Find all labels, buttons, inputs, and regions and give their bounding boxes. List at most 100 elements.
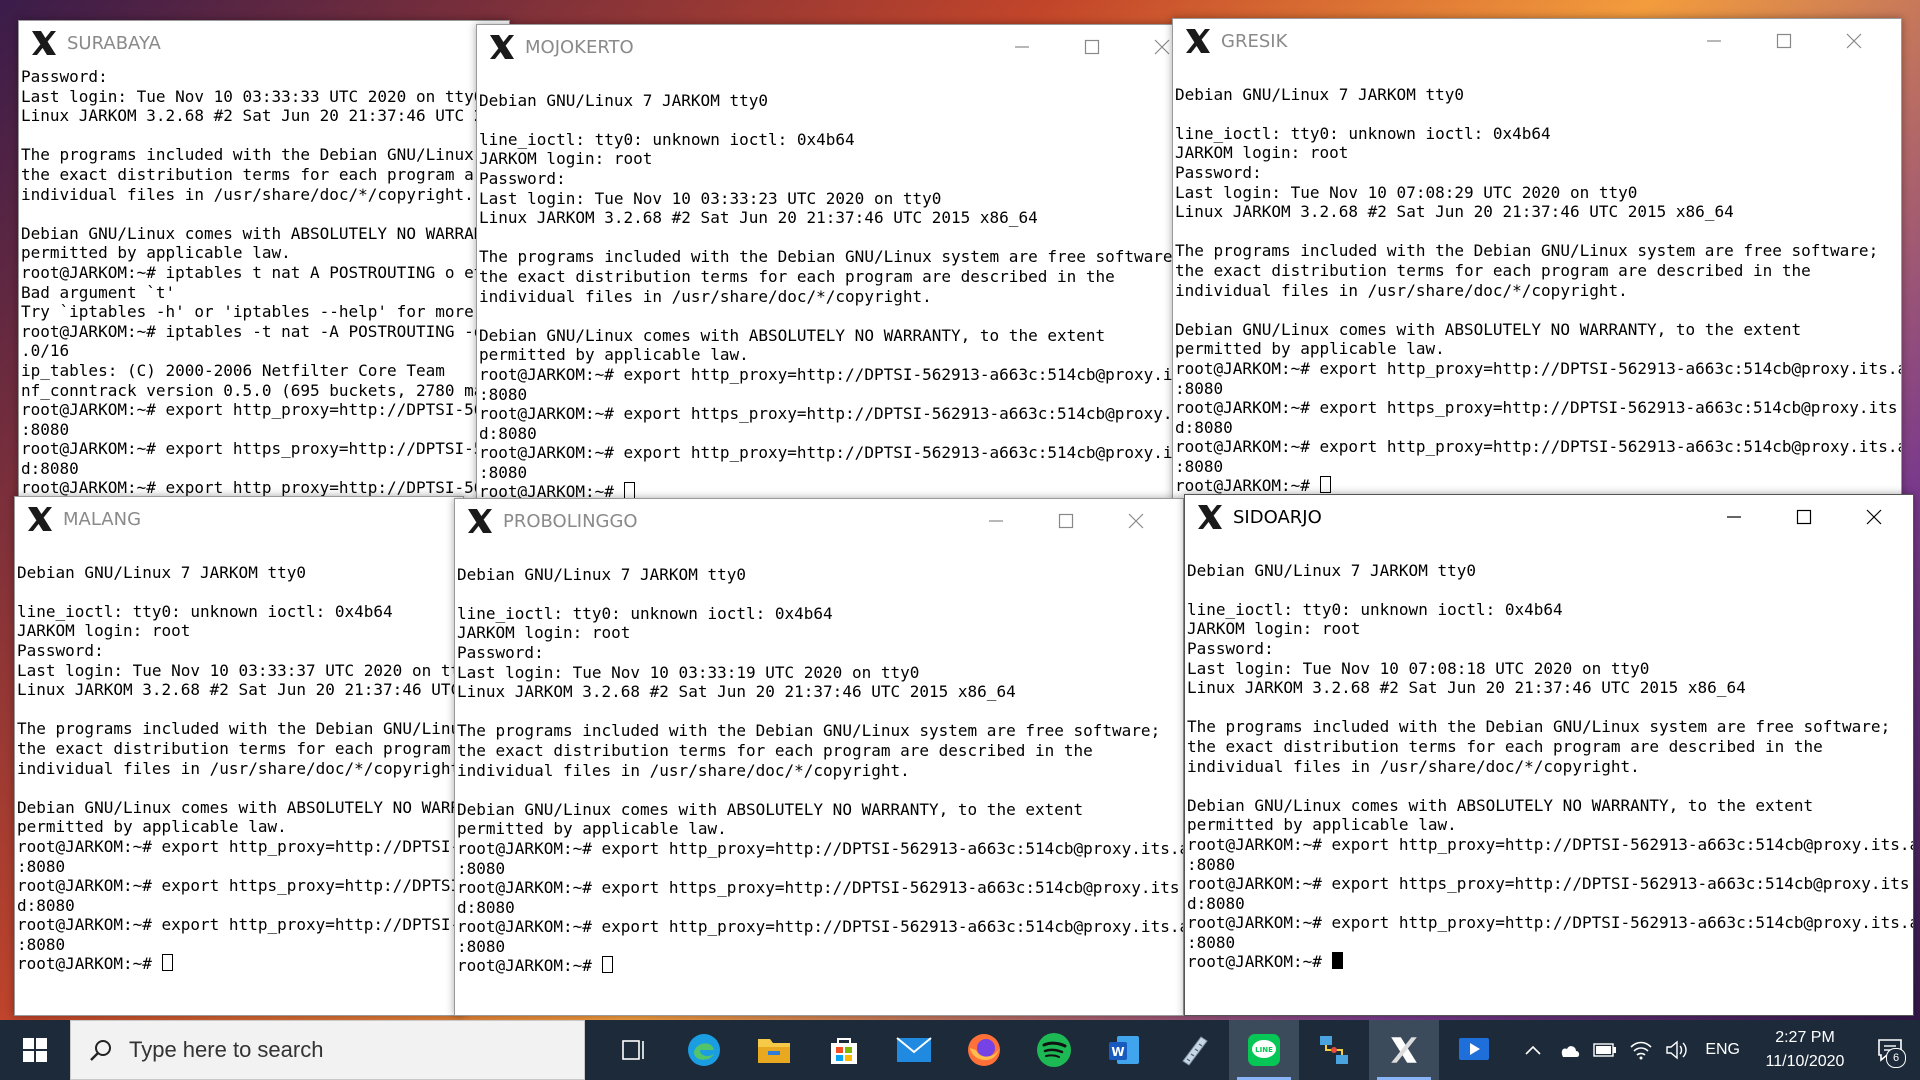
ruler-app-button[interactable]	[1159, 1020, 1229, 1080]
terminal-line: d:8080	[17, 895, 75, 915]
maximize-button[interactable]	[1031, 499, 1101, 543]
terminal-line: :8080	[21, 419, 70, 439]
mail-icon	[896, 1037, 932, 1062]
minimize-button[interactable]	[987, 25, 1057, 69]
clock-date: 11/10/2020	[1765, 1053, 1845, 1070]
terminal-line: Debian GNU/Linux 7 JARKOM tty0	[1187, 560, 1476, 580]
terminal-window-gresik[interactable]: GRESIK Debian GNU/Linux 7 JARKOM tty0 lin…	[1172, 18, 1902, 500]
terminal-window-sidoarjo[interactable]: SIDOARJO Debian GNU/Linux 7 JARKOM tty0 l…	[1184, 494, 1914, 1016]
word-button[interactable]: W	[1089, 1020, 1159, 1080]
window-titlebar[interactable]: GRESIK	[1173, 19, 1901, 63]
taskbar-search-box[interactable]: Type here to search	[70, 1020, 585, 1080]
terminal-line: Debian GNU/Linux comes with ABSOLUTELY N…	[21, 223, 509, 243]
terminal-line: The programs included with the Debian GN…	[17, 719, 463, 739]
minimize-button[interactable]	[1699, 495, 1769, 539]
terminal-output[interactable]: Debian GNU/Linux 7 JARKOM tty0 line_ioctl…	[455, 545, 1183, 1015]
line-button[interactable]: LINE	[1229, 1020, 1299, 1080]
window-titlebar[interactable]: PROBOLINGGO	[455, 499, 1183, 543]
video-app-button[interactable]	[1439, 1020, 1509, 1080]
task-view-icon	[622, 1040, 644, 1060]
terminal-line: Last login: Tue Nov 10 07:08:18 UTC 2020…	[1187, 658, 1650, 678]
terminal-window-probolinggo[interactable]: PROBOLINGGO Debian GNU/Linux 7 JARKOM tt…	[454, 498, 1184, 1016]
terminal-line: the exact distribution terms for each pr…	[457, 740, 1093, 760]
terminal-line: the exact distribution terms for each pr…	[1175, 260, 1811, 280]
clock[interactable]: 2:27 PM 11/10/2020	[1750, 1026, 1860, 1074]
maximize-button[interactable]	[1769, 495, 1839, 539]
maximize-icon	[1796, 509, 1812, 525]
start-button[interactable]	[0, 1020, 70, 1080]
close-button[interactable]	[1819, 19, 1889, 63]
terminal-line: Debian GNU/Linux comes with ABSOLUTELY N…	[17, 797, 463, 817]
xming-button[interactable]	[1369, 1020, 1439, 1080]
terminal-output[interactable]: Debian GNU/Linux 7 JARKOM tty0 line_ioctl…	[1173, 65, 1901, 499]
terminal-line: ip_tables: (C) 2000-2006 Netfilter Core …	[21, 360, 445, 380]
terminal-window-malang[interactable]: MALANG Debian GNU/Linux 7 JARKOM tty0 lin…	[14, 496, 464, 1016]
terminal-output[interactable]: Debian GNU/Linux 7 JARKOM tty0 line_ioctl…	[1185, 541, 1913, 1015]
xming-icon	[1391, 1037, 1417, 1063]
notification-count-badge: 6	[1886, 1048, 1906, 1068]
terminal-cursor	[601, 956, 613, 974]
terminal-line: :8080	[1187, 932, 1236, 952]
close-button[interactable]	[1101, 499, 1171, 543]
battery-button[interactable]	[1587, 1020, 1623, 1080]
minimize-icon	[1707, 40, 1721, 42]
terminal-line: d:8080	[457, 897, 515, 917]
minimize-button[interactable]	[1679, 19, 1749, 63]
file-explorer-button[interactable]	[739, 1020, 809, 1080]
maximize-button[interactable]	[1749, 19, 1819, 63]
window-titlebar[interactable]: SIDOARJO	[1185, 495, 1913, 539]
terminal-window-mojokerto[interactable]: MOJOKERTO Debian GNU/Linux 7 JARKOM tty0…	[476, 24, 1178, 500]
window-titlebar[interactable]: MALANG	[15, 497, 463, 541]
onedrive-button[interactable]	[1551, 1020, 1587, 1080]
close-icon	[1846, 33, 1862, 49]
close-button[interactable]	[1127, 25, 1177, 69]
spotify-button[interactable]	[1019, 1020, 1089, 1080]
mail-button[interactable]	[879, 1020, 949, 1080]
terminal-line: .0/16	[21, 341, 70, 361]
terminal-line: Last login: Tue Nov 10 03:33:37 UTC 2020…	[17, 660, 463, 680]
input-language-indicator[interactable]: ENG	[1705, 1041, 1740, 1059]
ruler-icon	[1182, 1036, 1208, 1066]
network-app-button[interactable]	[1299, 1020, 1369, 1080]
minimize-button[interactable]	[961, 499, 1031, 543]
terminal-output[interactable]: Debian GNU/Linux 7 JARKOM tty0 line_ioctl…	[15, 543, 463, 1015]
terminal-output[interactable]: Password: Last login: Tue Nov 10 03:33:33…	[19, 67, 509, 499]
terminal-line: JARKOM login: root	[1175, 143, 1349, 163]
x-logo-icon	[28, 507, 52, 531]
terminal-line: The programs included with the Debian GN…	[1187, 717, 1891, 737]
taskbar-apps: W LINE	[599, 1020, 1509, 1080]
close-button[interactable]	[1839, 495, 1909, 539]
firefox-button[interactable]	[949, 1020, 1019, 1080]
terminal-line: root@JARKOM:~# export http_proxy=http://…	[1175, 437, 1901, 457]
window-titlebar[interactable]: MOJOKERTO	[477, 25, 1177, 69]
edge-button[interactable]	[669, 1020, 739, 1080]
terminal-line: Debian GNU/Linux comes with ABSOLUTELY N…	[1187, 795, 1814, 815]
show-hidden-icons-button[interactable]	[1515, 1020, 1551, 1080]
action-center-button[interactable]: 6	[1860, 1020, 1920, 1080]
terminal-output[interactable]: Debian GNU/Linux 7 JARKOM tty0 line_ioctl…	[477, 71, 1177, 499]
terminal-line: Debian GNU/Linux 7 JARKOM tty0	[457, 564, 746, 584]
volume-button[interactable]	[1659, 1020, 1695, 1080]
terminal-line: root@JARKOM:~#	[457, 956, 1181, 976]
window-title: PROBOLINGGO	[503, 510, 638, 532]
terminal-line: root@JARKOM:~# export https_proxy=http:/…	[1187, 874, 1913, 894]
task-view-button[interactable]	[599, 1020, 669, 1080]
terminal-line: :8080	[1175, 378, 1224, 398]
terminal-line: root@JARKOM:~# export https_proxy=http:/…	[21, 439, 509, 459]
maximize-button[interactable]	[1057, 25, 1127, 69]
minimize-icon	[1727, 516, 1741, 518]
terminal-line: root@JARKOM:~# iptables t nat A POSTROUT…	[21, 262, 503, 282]
terminal-line: line_ioctl: tty0: unknown ioctl: 0x4b64	[457, 603, 833, 623]
video-icon	[1459, 1038, 1489, 1060]
store-button[interactable]	[809, 1020, 879, 1080]
wifi-button[interactable]	[1623, 1020, 1659, 1080]
word-icon: W	[1109, 1036, 1139, 1064]
window-titlebar[interactable]: SURABAYA	[19, 21, 509, 65]
terminal-line: the exact distribution terms for each pr…	[17, 738, 463, 758]
terminal-line: individual files in /usr/share/doc/*/cop…	[1187, 756, 1640, 776]
terminal-window-surabaya[interactable]: SURABAYA Password: Last login: Tue Nov 10…	[18, 20, 510, 500]
